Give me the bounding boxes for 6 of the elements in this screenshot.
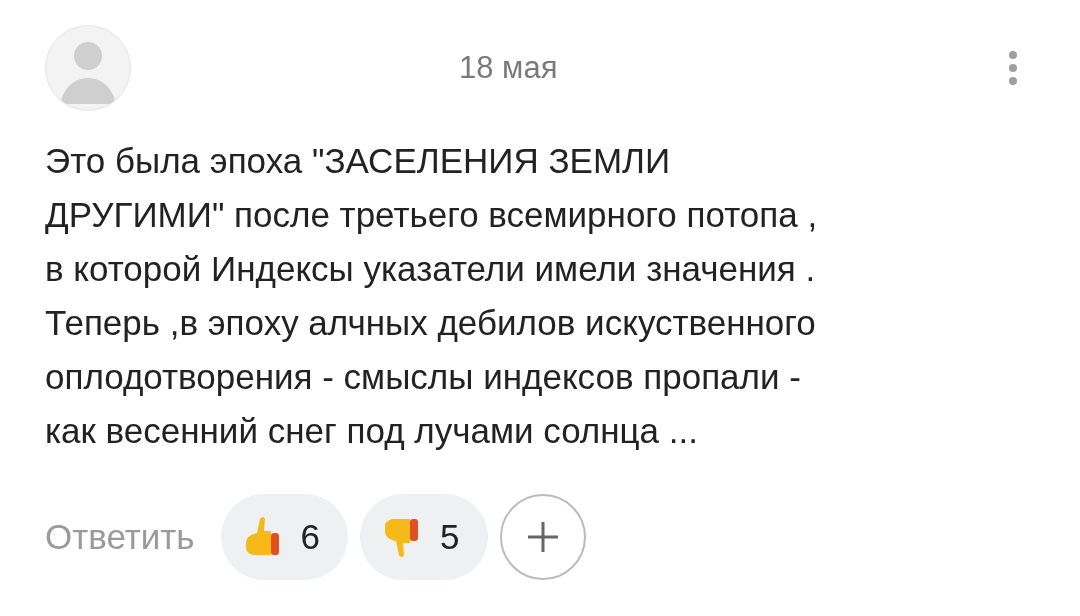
comment-text: Это была эпоха "ЗАСЕЛЕНИЯ ЗЕМЛИ ДРУГИМИ" после третьего всемирного потопа , в которой Индексы указатели имели значения . Теперь ,в эпоху алчных дебилов искуственного оплодотворения - смыслы индексов пропали - как весенний снег под лучами солнца ... (45, 140, 819, 452)
comment-date: 18 мая (459, 50, 558, 86)
like-button[interactable]: 6 (220, 494, 349, 580)
dislike-button[interactable]: 5 (360, 494, 488, 580)
plus-icon (525, 520, 560, 554)
more-options-icon[interactable] (1008, 50, 1018, 86)
